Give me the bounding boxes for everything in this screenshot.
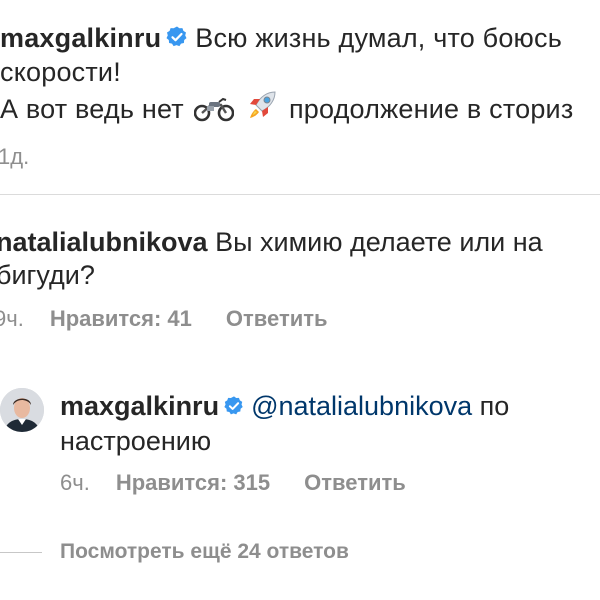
post-caption: maxgalkinru Всю жизнь думал, что боюсь ск… [0, 22, 600, 129]
comment-username[interactable]: natalialubnikova [0, 227, 208, 257]
caption-text-2: скорости! [0, 57, 121, 87]
caption-text-3b: продолжение в сториз [288, 94, 574, 124]
comment-likes[interactable]: Нравится: 41 [50, 306, 192, 332]
comment-text-1: Вы химию делаете или на [215, 227, 543, 257]
caption-text-3a: А вот ведь нет [0, 94, 184, 124]
view-more-line [0, 551, 42, 553]
post-timestamp: 1д. [0, 144, 30, 169]
post-username[interactable]: maxgalkinru [0, 23, 161, 53]
reply-text-tail: по [479, 391, 510, 421]
comment-text-2: бигуди? [0, 260, 95, 290]
comment-timestamp: 9ч. [0, 306, 24, 331]
caption-line-1: maxgalkinru Всю жизнь думал, что боюсь [0, 22, 600, 56]
comment-line-1: natalialubnikova Вы химию делаете или на [0, 226, 596, 259]
rocket-emoji-icon [245, 88, 279, 129]
view-more-replies[interactable]: Посмотреть ещё 24 ответов [0, 540, 349, 564]
verified-badge-icon [165, 24, 189, 56]
comment: natalialubnikova Вы химию делаете или на… [0, 226, 596, 292]
divider [0, 194, 600, 195]
motorcycle-emoji-icon [193, 94, 234, 129]
user-avatar[interactable] [0, 388, 44, 432]
verified-badge-icon [223, 392, 245, 425]
reply: maxgalkinru @natalialubnikova по настроен… [60, 390, 600, 458]
reply-reply-button[interactable]: Ответить [304, 470, 406, 496]
reply-username[interactable]: maxgalkinru [60, 391, 219, 421]
reply-text-2: настроению [60, 426, 212, 456]
reply-meta: 6ч. Нравится: 315 Ответить [60, 470, 406, 496]
comment-meta: 9ч. Нравится: 41 Ответить [0, 306, 328, 332]
reply-timestamp: 6ч. [60, 470, 90, 495]
caption-text-1: Всю жизнь думал, что боюсь [195, 23, 562, 53]
reply-line-1: maxgalkinru @natalialubnikova по [60, 390, 600, 425]
comments-screen: maxgalkinru Всю жизнь думал, что боюсь ск… [0, 0, 600, 600]
caption-line-3: А вот ведь нет продолжение в сториз [0, 88, 600, 129]
reply-mention-link[interactable]: @natalialubnikova [251, 391, 472, 421]
view-more-label[interactable]: Посмотреть ещё 24 ответов [60, 540, 349, 564]
reply-likes[interactable]: Нравится: 315 [116, 470, 270, 496]
comment-reply-button[interactable]: Ответить [226, 306, 328, 332]
